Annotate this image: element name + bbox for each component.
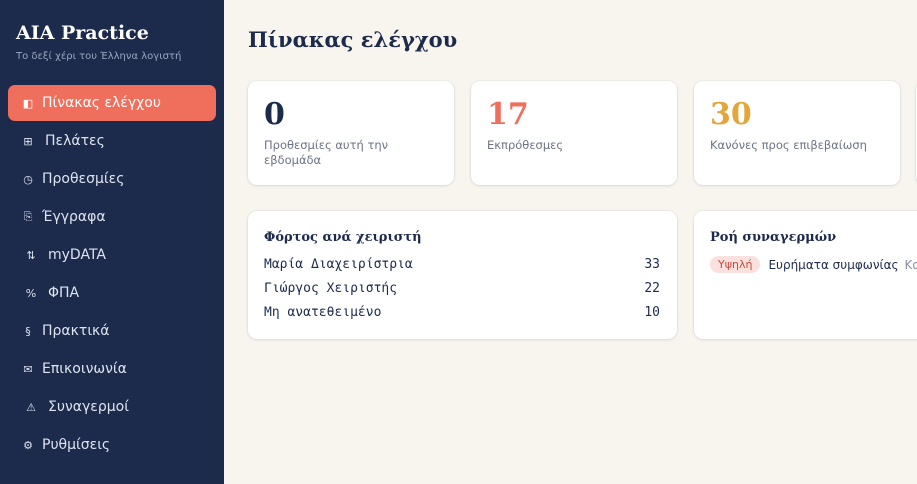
transfer-arrows-icon: ⇅ xyxy=(26,248,36,262)
stat-value: 0 xyxy=(264,97,285,132)
alert-item[interactable]: Υψηλή Ευρήματα συμφωνίας Καφ xyxy=(710,256,917,273)
warning-icon: ⚠ xyxy=(26,400,36,414)
alert-title: Ευρήματα συμφωνίας xyxy=(768,257,899,272)
list-item[interactable]: Μαρία Διαχειρίστρια 33 xyxy=(264,256,660,280)
sidebar-item-vat[interactable]: % ΦΠΑ xyxy=(8,275,216,311)
sidebar-item-label: Πελάτες xyxy=(45,133,105,149)
handler-count: 10 xyxy=(644,305,660,320)
sidebar-item-deadlines[interactable]: ◷ Προθεσμίες xyxy=(8,161,216,197)
sidebar-item-label: ΦΠΑ xyxy=(48,285,80,301)
clock-icon: ◷ xyxy=(23,172,33,186)
sidebar-item-minutes[interactable]: § Πρακτικά xyxy=(8,313,216,349)
sidebar-item-settings[interactable]: ⚙ Ρυθμίσεις xyxy=(8,427,216,463)
list-item[interactable]: Μη ανατεθειμένο 10 xyxy=(264,304,660,328)
handler-name: Μη ανατεθειμένο xyxy=(264,305,382,320)
workload-card: Φόρτος ανά χειριστή Μαρία Διαχειρίστρια … xyxy=(248,211,677,339)
gear-icon: ⚙ xyxy=(23,438,33,452)
stat-label: Εκπρόθεσμες xyxy=(487,138,564,152)
stat-card-overdue[interactable]: 17 Εκπρόθεσμες xyxy=(471,81,677,185)
sidebar-item-label: Πρακτικά xyxy=(42,323,110,339)
sidebar-item-label: Ρυθμίσεις xyxy=(42,437,111,453)
sidebar-item-label: Προθεσμίες xyxy=(42,171,125,187)
card-title: Φόρτος ανά χειριστή xyxy=(264,230,422,245)
sidebar-item-mydata[interactable]: ⇅ myDATA xyxy=(8,237,216,273)
stat-card-rules-to-confirm[interactable]: 30 Κανόνες προς επιβεβαίωση xyxy=(694,81,900,185)
list-item[interactable]: Γιώργος Χειριστής 22 xyxy=(264,280,660,304)
app-tagline: Το δεξί χέρι του Έλληνα λογιστή xyxy=(16,51,182,62)
handler-name: Γιώργος Χειριστής xyxy=(264,281,398,296)
sidebar-item-clients[interactable]: ⊞ Πελάτες xyxy=(8,123,216,159)
percent-icon: % xyxy=(25,286,37,300)
handler-count: 33 xyxy=(644,257,660,272)
stat-value: 17 xyxy=(487,97,529,132)
card-title: Ροή συναγερμών xyxy=(710,230,837,245)
sidebar-item-label: myDATA xyxy=(48,247,106,263)
sidebar-item-label: Συναγερμοί xyxy=(48,399,129,415)
stat-label: Προθεσμίες αυτή την εβδομάδα xyxy=(264,138,389,167)
sidebar-item-communication[interactable]: ✉ Επικοινωνία xyxy=(8,351,216,387)
dashboard-icon: ◧ xyxy=(22,96,34,110)
alerts-card: Ροή συναγερμών Υψηλή Ευρήματα συμφωνίας … xyxy=(694,211,917,339)
sidebar-nav: ◧ Πίνακας ελέγχου ⊞ Πελάτες ◷ Προθεσμίες… xyxy=(8,85,216,465)
sidebar-item-label: Επικοινωνία xyxy=(42,361,127,377)
stat-label: Κανόνες προς επιβεβαίωση xyxy=(710,138,867,152)
handler-count: 22 xyxy=(644,281,660,296)
stat-value: 30 xyxy=(710,97,752,132)
severity-badge: Υψηλή xyxy=(710,256,761,273)
alert-detail: Καφ xyxy=(904,257,917,272)
page-title: Πίνακας ελέγχου xyxy=(248,27,458,52)
stat-card-deadlines-week[interactable]: 0 Προθεσμίες αυτή την εβδομάδα xyxy=(248,81,454,185)
sidebar-item-label: Πίνακας ελέγχου xyxy=(42,95,161,111)
sidebar-item-alerts[interactable]: ⚠ Συναγερμοί xyxy=(8,389,216,425)
workload-list: Μαρία Διαχειρίστρια 33 Γιώργος Χειριστής… xyxy=(264,256,660,328)
sidebar-item-dashboard[interactable]: ◧ Πίνακας ελέγχου xyxy=(8,85,216,121)
handler-name: Μαρία Διαχειρίστρια xyxy=(264,257,413,272)
sidebar-item-documents[interactable]: ⎘ Έγγραφα xyxy=(8,199,216,235)
section-icon: § xyxy=(25,324,31,338)
document-icon: ⎘ xyxy=(23,210,33,223)
sidebar: AIA Practice Το δεξί χέρι του Έλληνα λογ… xyxy=(0,0,224,484)
mail-icon: ✉ xyxy=(23,362,33,376)
sidebar-item-label: Έγγραφα xyxy=(42,209,106,225)
clients-grid-icon: ⊞ xyxy=(23,134,33,148)
app-brand[interactable]: AIA Practice xyxy=(16,22,149,44)
